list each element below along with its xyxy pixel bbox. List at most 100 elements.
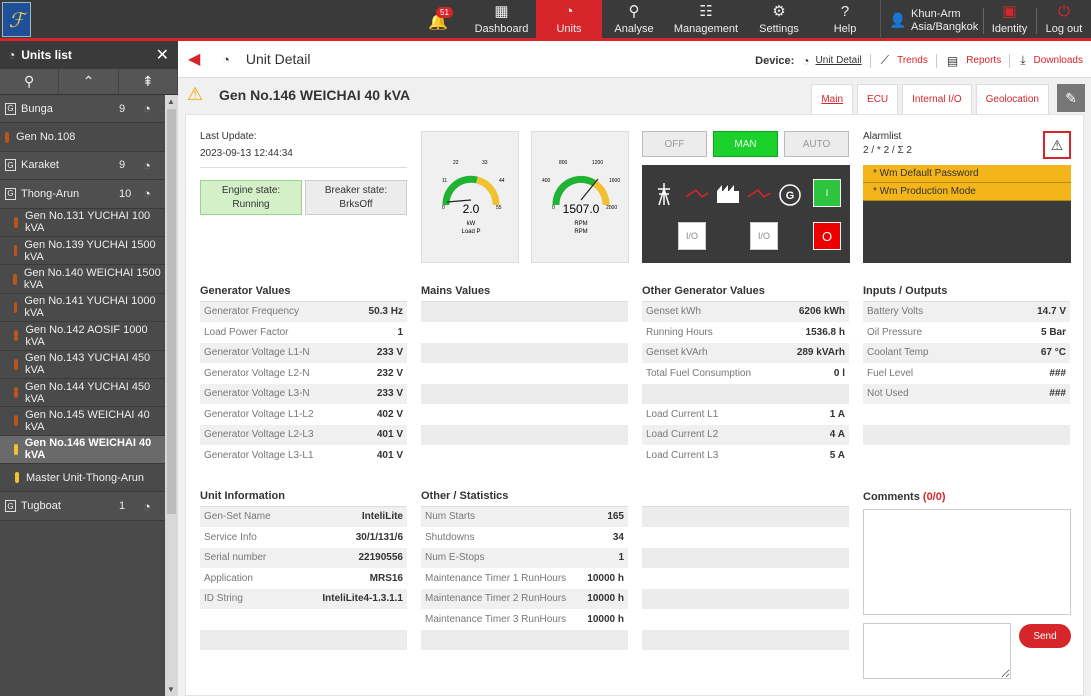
nav-units[interactable]: ◔ Units xyxy=(536,0,602,41)
unit-row[interactable]: Gen No.131 YUCHAI 100 kVA xyxy=(0,208,165,237)
send-button[interactable]: Send xyxy=(1019,624,1071,648)
table-row xyxy=(200,630,407,651)
close-icon[interactable]: ✕ xyxy=(156,45,169,65)
mains-io-button[interactable]: I/O xyxy=(678,222,706,250)
unit-row-label: Gen No.139 YUCHAI 1500 kVA xyxy=(24,238,156,263)
group-detail-icon[interactable]: ◔ xyxy=(143,499,151,514)
nav-identity[interactable]: ▣ Identity xyxy=(985,0,1034,41)
gauge-tick: 11 xyxy=(442,178,447,184)
back-arrow-icon[interactable]: ◀ xyxy=(188,49,210,69)
row-value: 34 xyxy=(612,531,624,543)
unit-group-row[interactable]: G Karaket 9 ◔ xyxy=(0,151,165,181)
alarmlist-title: Alarmlist xyxy=(863,131,902,142)
gauge-tick: 400 xyxy=(542,178,551,184)
group-detail-icon[interactable]: ◔ xyxy=(143,101,151,116)
row-value: 30/1/131/6 xyxy=(355,531,403,543)
unit-row[interactable]: Master Unit-Thong-Arun xyxy=(0,464,165,493)
gauge-tick: 1200 xyxy=(592,160,603,166)
row-label: Generator Voltage L1-N xyxy=(204,347,310,359)
last-update-label: Last Update: xyxy=(200,131,257,142)
company-logo[interactable]: ℱ xyxy=(2,2,31,37)
alarm-item[interactable]: * Wm Default Password xyxy=(863,165,1071,183)
row-label: Genset kVArh xyxy=(646,347,708,359)
mains-breaker-icon xyxy=(685,189,709,198)
unit-row[interactable]: Gen No.140 WEICHAI 1500 kVA xyxy=(0,265,165,294)
unit-row-label: Gen No.131 YUCHAI 100 kVA xyxy=(25,210,151,235)
comments-label: Comments xyxy=(863,491,920,503)
unit-group-row[interactable]: G Bunga 9 ◔ xyxy=(0,95,165,124)
table-row: Maintenance Timer 1 RunHours 10000 h xyxy=(421,568,628,589)
start-button[interactable]: I xyxy=(813,179,841,207)
unit-row[interactable]: Gen No.141 YUCHAI 1000 kVA xyxy=(0,293,165,323)
unit-group-row[interactable]: G Thong-Arun 10 ◔ xyxy=(0,180,165,209)
man-mode-button[interactable]: MAN xyxy=(713,131,778,157)
comment-input[interactable] xyxy=(863,623,1011,679)
nav-analyse[interactable]: ⚲ Analyse xyxy=(602,0,666,41)
gauge-tick: 55 xyxy=(496,205,502,211)
trends-link[interactable]: Trends xyxy=(897,55,928,66)
divider xyxy=(1036,8,1037,34)
tab-geolocation[interactable]: Geolocation xyxy=(975,84,1049,114)
table-row xyxy=(863,445,1070,466)
unit-group-row[interactable]: G Tugboat 1 ◔ xyxy=(0,492,165,521)
table-row xyxy=(642,568,849,589)
table-row: Generator Voltage L3-L1 401 V xyxy=(200,445,407,466)
nav-dashboard[interactable]: ▦ Dashboard xyxy=(467,0,536,41)
alarm-item[interactable]: * Wm Production Mode xyxy=(863,183,1071,201)
row-value: InteliLite4-1.3.1.1 xyxy=(322,593,403,605)
scroll-down-icon[interactable]: ▼ xyxy=(167,685,175,694)
unit-row[interactable]: Gen No.144 YUCHAI 450 kVA xyxy=(0,378,165,408)
load-power-gauge: 0 11 22 33 44 55 2.0 kW Load P xyxy=(421,131,519,263)
download-icon: ⤓ xyxy=(1020,53,1026,67)
unit-row[interactable]: Gen No.145 WEICHAI 40 kVA xyxy=(0,407,165,436)
unit-row[interactable]: Gen No.108 xyxy=(0,123,165,152)
double-chevron-up-icon[interactable]: ⇞ xyxy=(119,69,178,94)
chevron-up-icon[interactable]: ⌃ xyxy=(59,69,119,94)
row-value: 6206 kWh xyxy=(798,306,845,318)
reports-link[interactable]: Reports xyxy=(966,55,1001,66)
nav-settings[interactable]: ⚙ Settings xyxy=(746,0,812,41)
unit-row[interactable]: Gen No.142 AOSIF 1000 kVA xyxy=(0,322,165,351)
scroll-up-icon[interactable]: ▲ xyxy=(167,97,175,106)
off-mode-button[interactable]: OFF xyxy=(642,131,707,157)
gen-io-button[interactable]: I/O xyxy=(750,222,778,250)
stop-button[interactable]: O xyxy=(813,222,841,250)
tab-main[interactable]: Main xyxy=(811,84,854,114)
unit-detail-link[interactable]: Unit Detail xyxy=(816,55,862,66)
gauge-tick: 800 xyxy=(559,160,568,166)
gauge-tick: 1600 xyxy=(609,178,620,184)
sidebar-scrollbar[interactable]: ▲ ▼ xyxy=(165,95,178,696)
schematic: G I/O I/O I O xyxy=(642,165,850,263)
comments-count: (0/0) xyxy=(922,491,946,503)
notification-badge: 51 xyxy=(436,7,453,18)
gauge-value: 1507.0 xyxy=(563,202,600,216)
table-row: Maintenance Timer 2 RunHours 10000 h xyxy=(421,589,628,610)
group-icon: G xyxy=(5,159,16,172)
unit-count: 1 xyxy=(119,500,126,513)
unit-row[interactable]: Gen No.146 WEICHAI 40 kVA xyxy=(0,435,165,465)
group-detail-icon[interactable]: ◔ xyxy=(143,186,151,201)
search-icon[interactable]: ⚲ xyxy=(0,69,60,94)
warning-icon: ⚠ xyxy=(187,84,204,104)
unit-row[interactable]: Gen No.139 YUCHAI 1500 kVA xyxy=(0,236,165,266)
table-row: Shutdowns 34 xyxy=(421,527,628,548)
alarm-reset-button[interactable]: ⚠ xyxy=(1043,131,1071,159)
nav-label: Dashboard xyxy=(474,23,529,35)
edit-button[interactable]: ✎ xyxy=(1057,84,1085,112)
nav-management[interactable]: ☷ Management xyxy=(666,0,746,41)
unit-row[interactable]: Gen No.143 YUCHAI 450 kVA xyxy=(0,350,165,379)
group-detail-icon[interactable]: ◔ xyxy=(143,158,151,173)
scroll-thumb[interactable] xyxy=(167,109,176,514)
unit-row-label: Gen No.146 WEICHAI 40 kVA xyxy=(24,437,152,462)
row-label: Generator Voltage L3-L1 xyxy=(204,449,314,461)
downloads-link[interactable]: Downloads xyxy=(1034,55,1083,66)
auto-mode-button[interactable]: AUTO xyxy=(784,131,849,157)
user-menu[interactable]: 👤 Khun-Arm Asia/Bangkok xyxy=(880,0,983,41)
nav-help[interactable]: ? Help xyxy=(812,0,878,41)
nav-logout[interactable]: ⏻ Log out xyxy=(1038,0,1090,41)
row-label: Gen-Set Name xyxy=(204,511,271,523)
table-row xyxy=(421,343,628,364)
table-row: Num Starts 165 xyxy=(421,507,628,528)
tab-internal-io[interactable]: Internal I/O xyxy=(902,84,972,114)
tab-ecu[interactable]: ECU xyxy=(857,84,899,114)
